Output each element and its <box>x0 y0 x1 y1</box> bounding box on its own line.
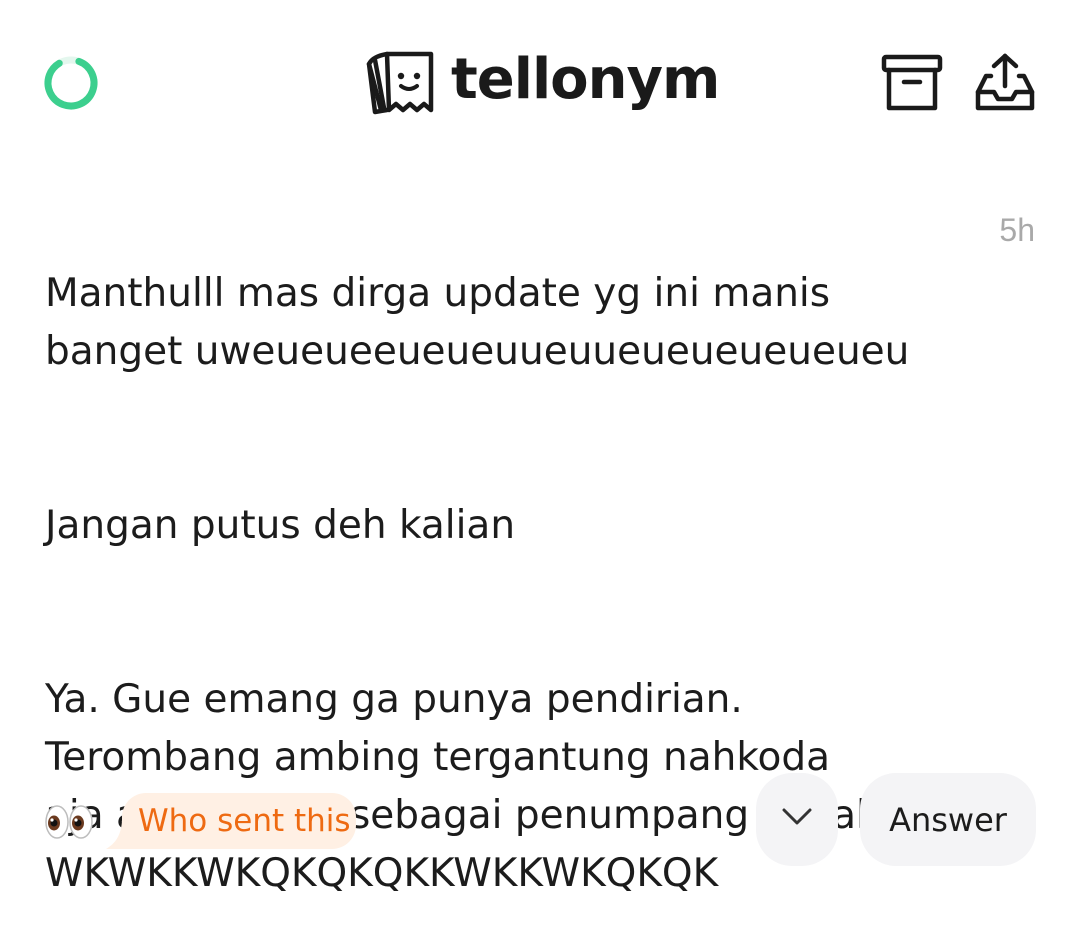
loading-ring-icon <box>42 54 100 112</box>
tellonym-logo-icon <box>365 48 437 118</box>
eyes-emoji-icon[interactable] <box>44 800 94 844</box>
archive-box-icon[interactable] <box>880 52 944 114</box>
chevron-down-icon <box>782 808 812 831</box>
brand: tellonym <box>365 47 720 118</box>
tell-timestamp: 5h <box>999 212 1035 248</box>
tell-detail-screen: tellonym 5h Manthulll mas dirga update y… <box>0 0 1080 934</box>
answer-button[interactable]: Answer <box>860 773 1036 866</box>
brand-name: tellonym <box>451 47 720 112</box>
who-sent-this-label: Who sent this <box>138 803 351 839</box>
more-options-button[interactable] <box>756 773 838 866</box>
app-header: tellonym <box>0 0 1080 170</box>
share-upload-icon[interactable] <box>974 52 1036 114</box>
message-paragraph: Jangan putus deh kalian <box>45 503 516 548</box>
message-paragraph: Manthulll mas dirga update yg ini manis … <box>45 271 910 374</box>
